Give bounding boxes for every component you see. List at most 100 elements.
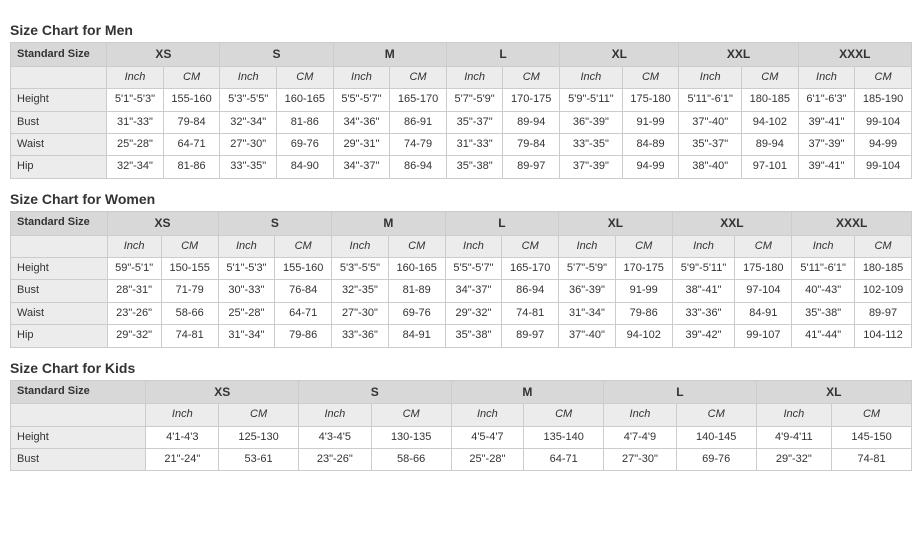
- table-cell: 39"-42": [672, 325, 735, 347]
- women-xs-header: XS: [107, 211, 218, 235]
- men-unit-label: [11, 66, 107, 88]
- table-cell: 84-90: [276, 156, 333, 178]
- women-xxl-header: XXL: [672, 211, 792, 235]
- table-cell: 5'11"-6'1": [792, 257, 855, 279]
- table-cell: 84-89: [622, 133, 679, 155]
- table-cell: 58-66: [161, 302, 218, 324]
- table-cell: 34"-37": [445, 280, 502, 302]
- table-cell: 29"-32": [445, 302, 502, 324]
- men-unit-xs-inch: Inch: [107, 66, 163, 88]
- men-unit-l-inch: Inch: [446, 66, 502, 88]
- table-cell: 25"-28": [218, 302, 275, 324]
- kids-table: Standard Size XS S M L XL Inch CM Inch C…: [10, 380, 912, 472]
- women-title: Size Chart for Women: [10, 191, 912, 207]
- women-section: Size Chart for Women Standard Size XS S …: [10, 191, 912, 348]
- table-cell: 5'9"-5'11": [560, 89, 623, 111]
- table-cell: 160-165: [388, 257, 445, 279]
- table-cell: 37"-40": [679, 111, 742, 133]
- table-cell: 36"-39": [559, 280, 616, 302]
- table-cell: 53-61: [219, 449, 299, 471]
- women-standard-size-header: Standard Size: [11, 211, 108, 235]
- table-cell: 33"-35": [560, 133, 623, 155]
- row-label: Waist: [11, 302, 108, 324]
- kids-section: Size Chart for Kids Standard Size XS S M…: [10, 360, 912, 472]
- men-unit-s-inch: Inch: [220, 66, 276, 88]
- table-cell: 25"-28": [451, 449, 524, 471]
- table-cell: 84-91: [388, 325, 445, 347]
- table-cell: 91-99: [615, 280, 672, 302]
- women-table: Standard Size XS S M L XL XXL XXXL Inch …: [10, 211, 912, 348]
- row-label: Bust: [11, 449, 146, 471]
- table-cell: 4'9-4'11: [756, 426, 831, 448]
- row-label: Height: [11, 89, 107, 111]
- table-cell: 36"-39": [560, 111, 623, 133]
- table-cell: 79-84: [163, 111, 220, 133]
- table-cell: 27"-30": [220, 133, 276, 155]
- table-cell: 79-86: [615, 302, 672, 324]
- table-cell: 175-180: [622, 89, 679, 111]
- table-cell: 69-76: [276, 133, 333, 155]
- table-cell: 104-112: [855, 325, 912, 347]
- men-xxl-header: XXL: [679, 43, 798, 67]
- table-cell: 94-102: [615, 325, 672, 347]
- men-unit-xxl-inch: Inch: [679, 66, 742, 88]
- table-cell: 150-155: [161, 257, 218, 279]
- table-cell: 5'1"-5'3": [218, 257, 275, 279]
- table-cell: 160-165: [276, 89, 333, 111]
- table-cell: 165-170: [390, 89, 447, 111]
- men-unit-l-cm: CM: [503, 66, 560, 88]
- men-xs-header: XS: [107, 43, 220, 67]
- men-m-header: M: [333, 43, 446, 67]
- men-unit-xxxl-cm: CM: [855, 66, 912, 88]
- row-label: Bust: [11, 280, 108, 302]
- row-label: Height: [11, 257, 108, 279]
- table-cell: 35"-37": [446, 111, 502, 133]
- table-cell: 5'1"-5'3": [107, 89, 163, 111]
- table-cell: 27"-30": [604, 449, 677, 471]
- table-cell: 4'5-4'7: [451, 426, 524, 448]
- table-cell: 25"-28": [107, 133, 163, 155]
- table-cell: 41"-44": [792, 325, 855, 347]
- table-cell: 58-66: [371, 449, 451, 471]
- table-cell: 86-94: [390, 156, 447, 178]
- men-unit-m-cm: CM: [390, 66, 447, 88]
- row-label: Hip: [11, 156, 107, 178]
- men-unit-xxxl-inch: Inch: [798, 66, 854, 88]
- kids-standard-size-header: Standard Size: [11, 380, 146, 404]
- women-m-header: M: [332, 211, 446, 235]
- table-cell: 29"-31": [333, 133, 389, 155]
- table-cell: 5'3"-5'5": [220, 89, 276, 111]
- kids-title: Size Chart for Kids: [10, 360, 912, 376]
- women-xxxl-header: XXXL: [792, 211, 912, 235]
- table-cell: 91-99: [622, 111, 679, 133]
- table-cell: 155-160: [163, 89, 220, 111]
- kids-m-header: M: [451, 380, 604, 404]
- table-cell: 76-84: [275, 280, 332, 302]
- table-cell: 170-175: [615, 257, 672, 279]
- row-label: Height: [11, 426, 146, 448]
- women-unit-label: [11, 235, 108, 257]
- table-cell: 30"-33": [218, 280, 275, 302]
- table-cell: 97-104: [735, 280, 792, 302]
- table-cell: 38"-40": [679, 156, 742, 178]
- table-cell: 33"-36": [332, 325, 389, 347]
- table-cell: 6'1"-6'3": [798, 89, 854, 111]
- table-cell: 145-150: [832, 426, 912, 448]
- table-cell: 89-97: [502, 325, 559, 347]
- women-xl-header: XL: [559, 211, 673, 235]
- table-cell: 5'7"-5'9": [559, 257, 616, 279]
- table-cell: 89-97: [503, 156, 560, 178]
- men-unit-m-inch: Inch: [333, 66, 389, 88]
- table-cell: 31"-33": [446, 133, 502, 155]
- table-cell: 59"-5'1": [107, 257, 161, 279]
- table-cell: 29"-32": [756, 449, 831, 471]
- men-unit-xl-inch: Inch: [560, 66, 623, 88]
- men-standard-size-header: Standard Size: [11, 43, 107, 67]
- men-unit-xxl-cm: CM: [741, 66, 798, 88]
- table-cell: 33"-35": [220, 156, 276, 178]
- men-table: Standard Size XS S M L XL XXL XXXL Inch …: [10, 42, 912, 179]
- table-cell: 71-79: [161, 280, 218, 302]
- table-cell: 81-86: [163, 156, 220, 178]
- table-cell: 35"-38": [445, 325, 502, 347]
- table-cell: 29"-32": [107, 325, 161, 347]
